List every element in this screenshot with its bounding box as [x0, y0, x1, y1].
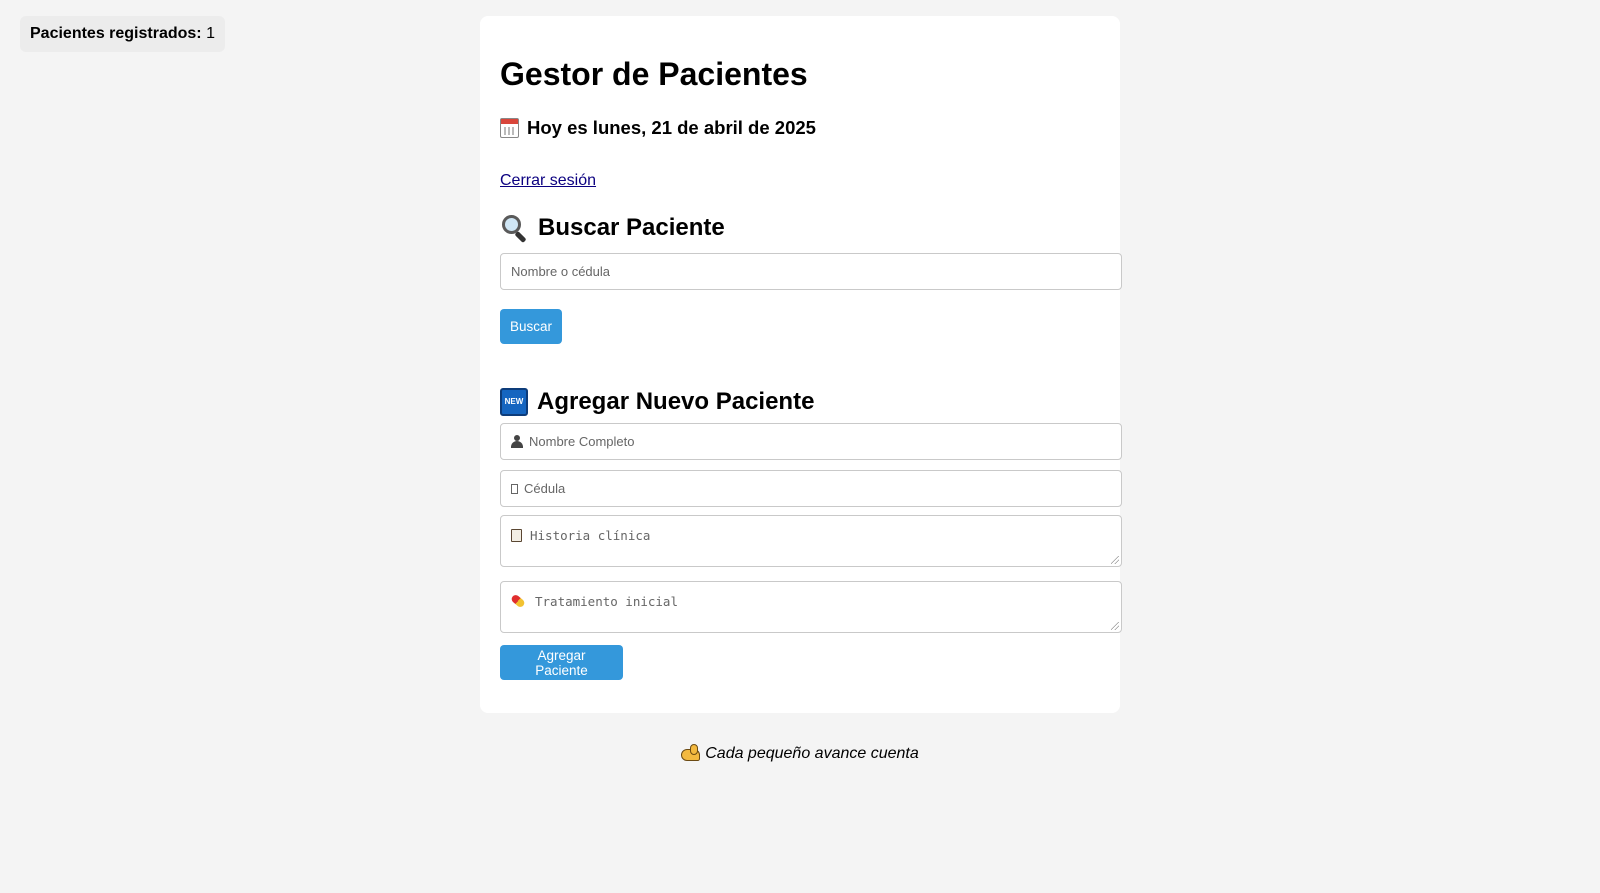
id-card-icon — [511, 483, 518, 494]
search-heading-text: Buscar Paciente — [538, 214, 725, 241]
full-name-field[interactable]: Nombre Completo — [500, 423, 1122, 460]
add-patient-heading-text: Agregar Nuevo Paciente — [537, 388, 815, 415]
add-patient-button[interactable]: Agregar Paciente — [500, 645, 623, 680]
search-heading: Buscar Paciente — [500, 214, 725, 244]
flexed-arm-icon — [681, 744, 701, 761]
clinical-history-placeholder: Historia clínica — [530, 528, 651, 543]
patient-counter: Pacientes registrados: 1 — [20, 16, 225, 52]
resize-handle[interactable] — [1111, 556, 1119, 564]
clinical-history-textarea[interactable]: Historia clínica — [500, 515, 1122, 567]
main-card: Gestor de Pacientes Hoy es lunes, 21 de … — [480, 16, 1122, 713]
patient-counter-label: Pacientes registrados: — [30, 25, 202, 42]
search-input-placeholder: Nombre o cédula — [511, 264, 610, 279]
calendar-icon — [500, 118, 519, 138]
search-input[interactable]: Nombre o cédula — [500, 253, 1122, 290]
add-patient-heading: NEW Agregar Nuevo Paciente — [500, 388, 814, 416]
current-date-text: Hoy es lunes, 21 de abril de 2025 — [527, 117, 816, 138]
treatment-textarea[interactable]: Tratamiento inicial — [500, 581, 1122, 633]
cedula-field[interactable]: Cédula — [500, 470, 1122, 507]
resize-handle[interactable] — [1111, 622, 1119, 630]
new-icon: NEW — [500, 388, 528, 416]
current-date: Hoy es lunes, 21 de abril de 2025 — [500, 117, 816, 139]
pill-icon — [510, 593, 526, 609]
page-title: Gestor de Pacientes — [500, 56, 808, 92]
full-name-placeholder: Nombre Completo — [529, 434, 635, 449]
person-icon — [511, 435, 523, 448]
motivational-footer: Cada pequeño avance cuenta — [0, 744, 1600, 763]
patient-counter-value: 1 — [206, 25, 215, 42]
clipboard-icon — [511, 529, 522, 542]
cedula-placeholder: Cédula — [524, 481, 566, 496]
treatment-placeholder: Tratamiento inicial — [535, 594, 678, 609]
logout-link[interactable]: Cerrar sesión — [500, 172, 596, 190]
motto-text: Cada pequeño avance cuenta — [705, 745, 919, 762]
search-button[interactable]: Buscar — [500, 309, 562, 344]
magnifier-icon — [500, 214, 528, 244]
